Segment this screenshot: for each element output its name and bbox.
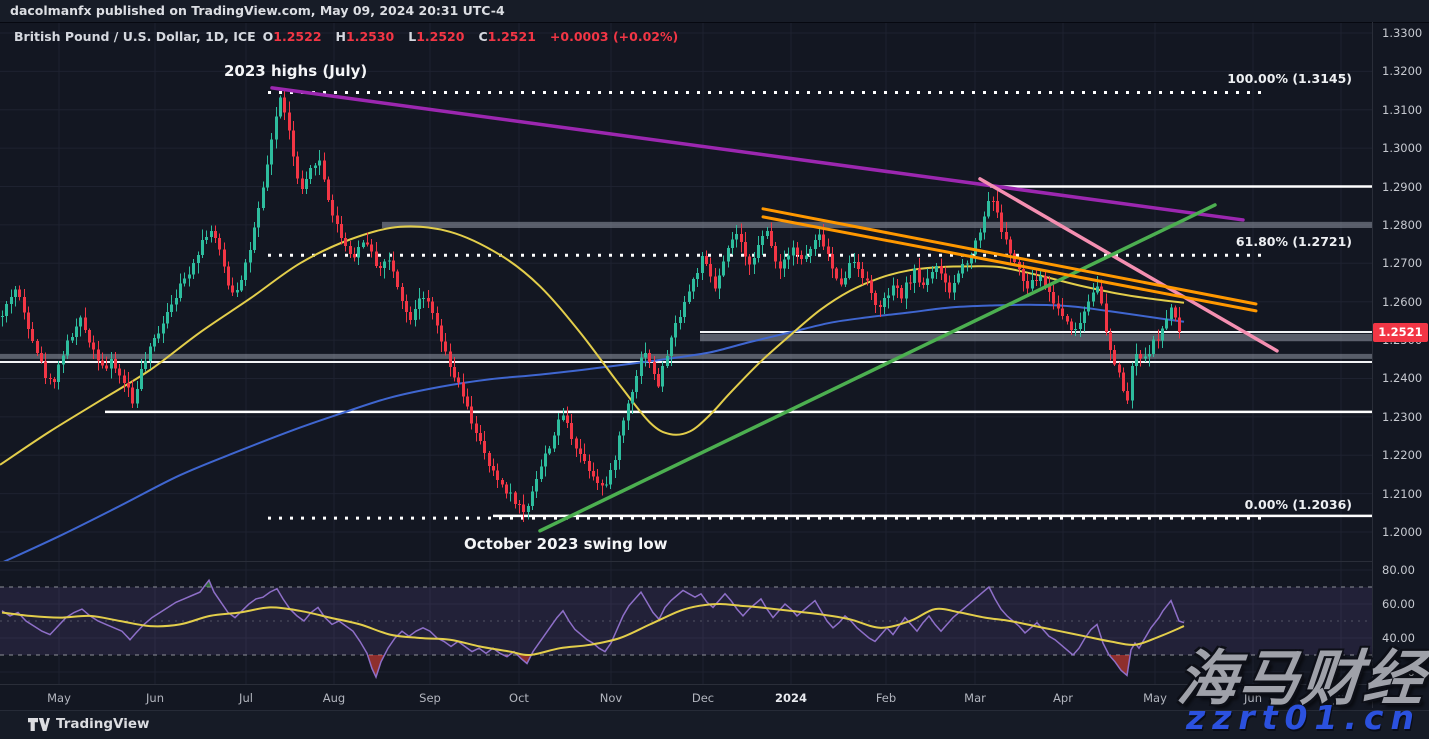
time-axis-label: Jul — [224, 691, 268, 705]
price-axis[interactable]: 1.3300 1.3200 1.3100 1.3000 1.2900 1.2800 1.27… — [1372, 22, 1429, 708]
time-axis-label: 2024 — [769, 691, 813, 705]
trendlines — [272, 88, 1277, 531]
tradingview-logo-icon — [28, 717, 50, 732]
rsi-pane — [0, 580, 1372, 677]
fib-label: 100.00% (1.3145) — [1040, 71, 1352, 86]
attribution-bar: dacolmanfx published on TradingView.com,… — [0, 0, 1429, 23]
symbol-info-row[interactable]: British Pound / U.S. Dollar, 1D, ICEO1.2… — [14, 29, 678, 44]
watermark-url-text: zzrt01.cn — [1186, 698, 1421, 737]
ohlc-values: O1.2522H1.2530L1.2520C1.2521 — [256, 29, 543, 44]
tradingview-logo-text: TradingView — [56, 716, 150, 732]
chart-canvas[interactable] — [0, 0, 1429, 739]
time-axis-label: Oct — [497, 691, 541, 705]
time-axis-label: Sep — [408, 691, 452, 705]
time-axis-label: May — [37, 691, 81, 705]
ohlc-label: O — [263, 29, 274, 44]
tradingview-chart-window: dacolmanfx published on TradingView.com,… — [0, 0, 1429, 739]
ohlc-label: H — [336, 29, 346, 44]
rsi-axis-label: 60.00 — [1382, 597, 1415, 611]
time-axis-label: Apr — [1041, 691, 1085, 705]
price-axis-label: 1.3000 — [1382, 141, 1422, 155]
time-axis-label: Jun — [133, 691, 177, 705]
tradingview-logo[interactable]: TradingView — [28, 716, 150, 732]
ohlc-value: 1.2522 — [273, 29, 321, 44]
time-axis-label: Aug — [312, 691, 356, 705]
time-axis-label: Dec — [681, 691, 725, 705]
price-axis-label: 1.2000 — [1382, 525, 1422, 539]
annotation-october-swing-low[interactable]: October 2023 swing low — [464, 535, 668, 553]
ohlc-value: 1.2520 — [416, 29, 464, 44]
symbol-title[interactable]: British Pound / U.S. Dollar, 1D, ICE — [14, 29, 256, 44]
time-axis-label: Feb — [864, 691, 908, 705]
price-axis-label: 1.2400 — [1382, 371, 1422, 385]
fib-label: 61.80% (1.2721) — [1040, 234, 1352, 249]
attribution-text: dacolmanfx published on TradingView.com,… — [10, 3, 505, 18]
time-axis-label: May — [1133, 691, 1177, 705]
time-axis-label: Nov — [589, 691, 633, 705]
annotation-2023-highs[interactable]: 2023 highs (July) — [224, 62, 367, 80]
price-axis-label: 1.2100 — [1382, 487, 1422, 501]
time-axis[interactable]: May Jun Jul Aug Sep Oct Nov Dec 2024 Feb Mar Apr May… — [0, 684, 1372, 711]
price-axis-label: 1.2900 — [1382, 180, 1422, 194]
price-axis-label: 1.2700 — [1382, 256, 1422, 270]
fib-label: 0.00% (1.2036) — [1040, 497, 1352, 512]
price-axis-label: 1.2300 — [1382, 410, 1422, 424]
price-axis-label: 1.2600 — [1382, 295, 1422, 309]
price-axis-label: 1.3200 — [1382, 64, 1422, 78]
trendline-major-downtrend — [272, 88, 1243, 220]
price-axis-label: 1.2800 — [1382, 218, 1422, 232]
ohlc-value: 1.2521 — [488, 29, 536, 44]
ohlc-value: 1.2530 — [346, 29, 394, 44]
last-price-tag: 1.2521 — [1373, 323, 1428, 342]
price-axis-label: 1.2200 — [1382, 448, 1422, 462]
price-change: +0.0003 (+0.02%) — [550, 29, 678, 44]
time-axis-label: Mar — [953, 691, 997, 705]
trendline-channel-lower — [763, 217, 1256, 311]
price-axis-label: 1.3300 — [1382, 26, 1422, 40]
ma-blue-line — [0, 305, 1184, 564]
rsi-axis-label: 80.00 — [1382, 563, 1415, 577]
price-axis-label: 1.3100 — [1382, 103, 1422, 117]
ohlc-label: C — [478, 29, 487, 44]
